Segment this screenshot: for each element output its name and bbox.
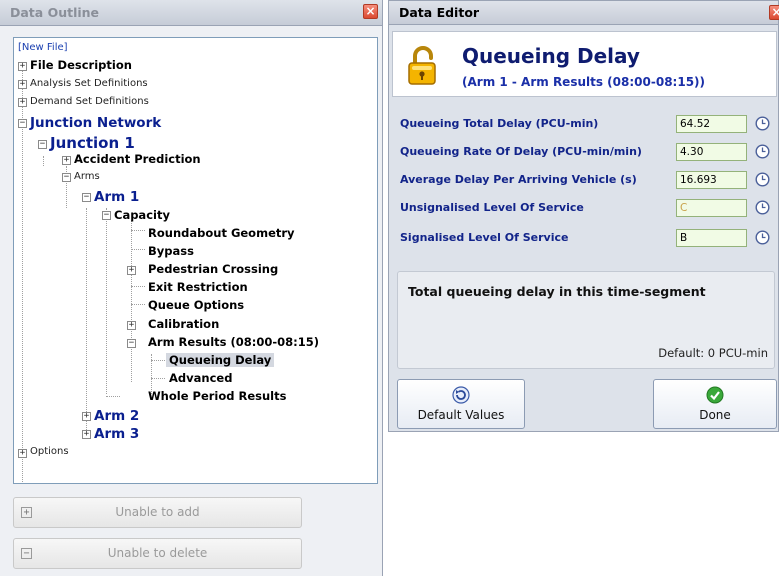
delete-button-label: Unable to delete [107, 546, 208, 560]
unsignalised-los-label: Unsignalised Level Of Service [400, 201, 584, 214]
tree-node-queue-options[interactable]: Queue Options [148, 298, 244, 312]
tree-node-arms[interactable]: Arms [74, 170, 100, 184]
clock-icon[interactable] [755, 200, 770, 215]
tree-node-whole-period-results[interactable]: Whole Period Results [148, 389, 286, 403]
delete-button[interactable]: − Unable to delete [13, 538, 302, 569]
average-delay-label: Average Delay Per Arriving Vehicle (s) [400, 173, 637, 186]
add-button-label: Unable to add [115, 505, 200, 519]
tree-node-pedestrian-crossing[interactable]: Pedestrian Crossing [148, 262, 278, 276]
clock-icon[interactable] [755, 144, 770, 159]
editor-subheading: (Arm 1 - Arm Results (08:00-08:15)) [462, 75, 706, 89]
tree-node-advanced[interactable]: Advanced [169, 371, 232, 385]
tree-node-queueing-delay[interactable]: Queueing Delay [166, 353, 275, 367]
tree-node-arm-3[interactable]: Arm 3 [94, 426, 139, 442]
tree-node-new-file[interactable]: [New File] [18, 41, 68, 55]
expand-icon[interactable]: + [18, 80, 27, 89]
field-description: Total queueing delay in this time-segmen… [408, 284, 706, 299]
outline-close-icon[interactable]: × [363, 4, 378, 19]
collapse-icon[interactable]: − [102, 211, 111, 220]
queueing-total-delay-label: Queueing Total Delay (PCU-min) [400, 117, 599, 130]
expand-icon[interactable]: + [82, 412, 91, 421]
default-values-label: Default Values [417, 408, 505, 422]
unsignalised-los-field[interactable]: C [676, 199, 747, 217]
default-value-text: Default: 0 PCU-min [658, 346, 768, 360]
signalised-los-field[interactable]: B [676, 229, 747, 247]
collapse-icon[interactable]: − [62, 173, 71, 182]
expand-icon[interactable]: + [82, 430, 91, 439]
editor-heading: Queueing Delay [462, 44, 640, 68]
tree-node-arm-2[interactable]: Arm 2 [94, 408, 139, 424]
expand-icon[interactable]: + [62, 156, 71, 165]
data-editor-panel: Data Editor × Queueing Delay (Arm 1 - Ar… [388, 0, 779, 576]
collapse-icon[interactable]: − [127, 339, 136, 348]
tree-node-junction-1[interactable]: Junction 1 [50, 135, 135, 152]
expand-icon[interactable]: + [127, 321, 136, 330]
tree-node-analysis-sets[interactable]: Analysis Set Definitions [30, 77, 148, 91]
editor-panel-title: Data Editor [389, 1, 778, 25]
queueing-rate-of-delay-field[interactable]: 4.30 [676, 143, 747, 161]
tree-node-calibration[interactable]: Calibration [148, 317, 219, 331]
undo-icon [452, 386, 470, 404]
outline-tree[interactable]: [New File] + File Description + Analysis… [13, 37, 378, 484]
collapse-icon[interactable]: − [82, 193, 91, 202]
tree-node-accident-prediction[interactable]: Accident Prediction [74, 152, 201, 166]
tree-node-options[interactable]: Options [30, 445, 69, 459]
tree-node-roundabout-geometry[interactable]: Roundabout Geometry [148, 226, 295, 240]
minus-icon: − [21, 548, 32, 559]
expand-icon[interactable]: + [18, 449, 27, 458]
data-outline-panel: Data Outline × [New File] + File Descrip… [0, 0, 383, 576]
editor-header: Queueing Delay (Arm 1 - Arm Results (08:… [392, 31, 777, 97]
editor-close-icon[interactable]: × [769, 5, 779, 20]
editor-frame: Data Editor × Queueing Delay (Arm 1 - Ar… [388, 0, 779, 432]
tree-node-arm-1[interactable]: Arm 1 [94, 189, 139, 205]
collapse-icon[interactable]: − [18, 119, 27, 128]
expand-icon[interactable]: + [18, 98, 27, 107]
collapse-icon[interactable]: − [38, 140, 47, 149]
tree-node-junction-network[interactable]: Junction Network [30, 115, 161, 131]
clock-icon[interactable] [755, 172, 770, 187]
done-button[interactable]: Done [653, 379, 777, 429]
plus-icon: + [21, 507, 32, 518]
add-button[interactable]: + Unable to add [13, 497, 302, 528]
tree-node-demand-sets[interactable]: Demand Set Definitions [30, 95, 149, 109]
queueing-total-delay-field[interactable]: 64.52 [676, 115, 747, 133]
field-description-box: Total queueing delay in this time-segmen… [397, 271, 775, 369]
expand-icon[interactable]: + [127, 266, 136, 275]
clock-icon[interactable] [755, 116, 770, 131]
default-values-button[interactable]: Default Values [397, 379, 525, 429]
clock-icon[interactable] [755, 230, 770, 245]
expand-icon[interactable]: + [18, 62, 27, 71]
done-label: Done [699, 408, 731, 422]
tree-node-exit-restriction[interactable]: Exit Restriction [148, 280, 248, 294]
unlocked-padlock-icon [408, 46, 436, 85]
tree-node-arm-results[interactable]: Arm Results (08:00-08:15) [148, 335, 319, 349]
tree-node-bypass[interactable]: Bypass [148, 244, 194, 258]
check-icon [706, 386, 724, 404]
outline-panel-title: Data Outline [0, 0, 382, 26]
signalised-los-label: Signalised Level Of Service [400, 231, 569, 244]
average-delay-field[interactable]: 16.693 [676, 171, 747, 189]
tree-node-file-description[interactable]: File Description [30, 58, 132, 72]
tree-node-capacity[interactable]: Capacity [114, 208, 170, 222]
queueing-rate-of-delay-label: Queueing Rate Of Delay (PCU-min/min) [400, 145, 642, 158]
